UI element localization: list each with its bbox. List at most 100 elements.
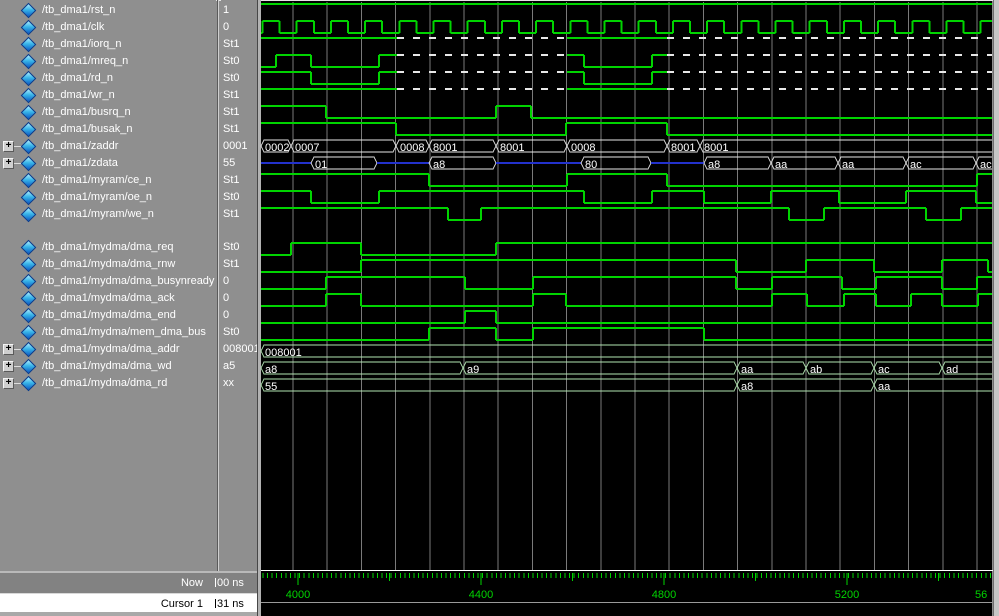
signal-name: /tb_dma1/zaddr [42, 138, 118, 155]
signal-diamond-icon [21, 37, 37, 53]
signal-value-zaddr: 0001 [223, 138, 257, 155]
name-value-divider-highlight [218, 0, 219, 612]
signal-row-rst_n[interactable]: /tb_dma1/rst_n [0, 2, 216, 19]
signal-value-iorq_n: St1 [223, 36, 257, 53]
signal-value-busak_n: St1 [223, 121, 257, 138]
signal-value-mreq_n: St0 [223, 53, 257, 70]
signal-row-dma_ack[interactable]: /tb_dma1/mydma/dma_ack [0, 290, 216, 307]
signal-diamond-icon [21, 156, 37, 172]
signal-diamond-icon [21, 342, 37, 358]
signal-name: /tb_dma1/mydma/dma_busynready [42, 273, 214, 290]
signal-diamond-icon [21, 240, 37, 256]
signal-name: /tb_dma1/mydma/dma_addr [42, 341, 180, 358]
signal-row-we_n[interactable]: /tb_dma1/myram/we_n [0, 206, 216, 223]
signal-value-dma_wd: a5 [223, 358, 257, 375]
now-bar: Now 00 ns [0, 571, 257, 593]
signal-name: /tb_dma1/myram/oe_n [42, 189, 152, 206]
signal-name: /tb_dma1/busak_n [42, 121, 133, 138]
signal-diamond-icon [21, 139, 37, 155]
signal-diamond-icon [21, 325, 37, 341]
signal-value-panel: 10St1St0St0St1St1St1000155St1St0St1St0St… [221, 0, 257, 571]
bottom-strip [0, 612, 257, 616]
signal-name: /tb_dma1/clk [42, 19, 104, 36]
signal-value-clk: 0 [223, 19, 257, 36]
signal-value-zdata: 55 [223, 155, 257, 172]
signal-row-rd_n[interactable]: /tb_dma1/rd_n [0, 70, 216, 87]
signal-diamond-icon [21, 291, 37, 307]
value-wave-divider-highlight [258, 0, 261, 616]
signal-name: /tb_dma1/zdata [42, 155, 118, 172]
signal-name-panel: /tb_dma1/rst_n/tb_dma1/clk/tb_dma1/iorq_… [0, 0, 216, 571]
signal-name: /tb_dma1/myram/we_n [42, 206, 154, 223]
expand-icon[interactable]: + [3, 141, 14, 152]
signal-value-rst_n: 1 [223, 2, 257, 19]
signal-value-dma_req: St0 [223, 239, 257, 256]
signal-diamond-icon [21, 54, 37, 70]
signal-diamond-icon [21, 257, 37, 273]
signal-row-wr_n[interactable]: /tb_dma1/wr_n [0, 87, 216, 104]
signal-row-busak_n[interactable]: /tb_dma1/busak_n [0, 121, 216, 138]
signal-row-dma_addr[interactable]: + /tb_dma1/mydma/dma_addr [0, 341, 216, 358]
signal-value-dma_ack: 0 [223, 290, 257, 307]
signal-row-dma_rd[interactable]: + /tb_dma1/mydma/dma_rd [0, 375, 216, 392]
signal-value-dma_addr: 008001 [223, 341, 257, 358]
signal-name: /tb_dma1/mydma/dma_ack [42, 290, 175, 307]
signal-row-mem_dma_bus[interactable]: /tb_dma1/mydma/mem_dma_bus [0, 324, 216, 341]
signal-name: /tb_dma1/iorq_n [42, 36, 122, 53]
signal-name: /tb_dma1/mydma/dma_rd [42, 375, 167, 392]
signal-diamond-icon [21, 105, 37, 121]
signal-row-dma_req[interactable]: /tb_dma1/mydma/dma_req [0, 239, 216, 256]
waveform-area[interactable] [261, 1, 992, 570]
expand-icon[interactable]: + [3, 158, 14, 169]
signal-row-dma_rnw[interactable]: /tb_dma1/mydma/dma_rnw [0, 256, 216, 273]
signal-diamond-icon [21, 190, 37, 206]
signal-diamond-icon [21, 359, 37, 375]
signal-diamond-icon [21, 88, 37, 104]
signal-diamond-icon [21, 308, 37, 324]
signal-value-wr_n: St1 [223, 87, 257, 104]
signal-value-dma_end: 0 [223, 307, 257, 324]
signal-name: /tb_dma1/mydma/mem_dma_bus [42, 324, 206, 341]
signal-value-dma_rnw: St1 [223, 256, 257, 273]
vertical-scrollbar[interactable] [993, 0, 999, 616]
expand-icon[interactable]: + [3, 361, 14, 372]
signal-name: /tb_dma1/wr_n [42, 87, 115, 104]
signal-value-busrq_n: St1 [223, 104, 257, 121]
signal-row-ce_n[interactable]: /tb_dma1/myram/ce_n [0, 172, 216, 189]
signal-row-busrq_n[interactable]: /tb_dma1/busrq_n [0, 104, 216, 121]
signal-diamond-icon [21, 3, 37, 19]
signal-diamond-icon [21, 20, 37, 36]
signal-diamond-icon [21, 376, 37, 392]
cursor1-value: 31 ns [210, 598, 244, 610]
now-label: Now [0, 577, 210, 589]
signal-row-zdata[interactable]: + /tb_dma1/zdata [0, 155, 216, 172]
signal-name: /tb_dma1/busrq_n [42, 104, 131, 121]
signal-value-dma_rd: xx [223, 375, 257, 392]
signal-row-dma_busynready[interactable]: /tb_dma1/mydma/dma_busynready [0, 273, 216, 290]
signal-diamond-icon [21, 122, 37, 138]
expand-icon[interactable]: + [3, 344, 14, 355]
signal-row-iorq_n[interactable]: /tb_dma1/iorq_n [0, 36, 216, 53]
signal-name: /tb_dma1/myram/ce_n [42, 172, 151, 189]
signal-row-dma_end[interactable]: /tb_dma1/mydma/dma_end [0, 307, 216, 324]
signal-row-dma_wd[interactable]: +/tb_dma1/mydma/dma_wd [0, 358, 216, 375]
signal-name: /tb_dma1/mydma/dma_rnw [42, 256, 175, 273]
cursor1-bar[interactable]: Cursor 1 31 ns [0, 593, 257, 613]
signal-value-mem_dma_bus: St0 [223, 324, 257, 341]
timeline-ruler[interactable] [261, 571, 992, 602]
signal-value-oe_n: St0 [223, 189, 257, 206]
signal-diamond-icon [21, 71, 37, 87]
signal-row-mreq_n[interactable]: /tb_dma1/mreq_n [0, 53, 216, 70]
now-value: 00 ns [210, 577, 244, 589]
signal-name: /tb_dma1/rd_n [42, 70, 113, 87]
cursor-track[interactable] [261, 603, 992, 616]
cursor1-label: Cursor 1 [0, 598, 210, 610]
signal-row-clk[interactable]: /tb_dma1/clk [0, 19, 216, 36]
signal-row-zaddr[interactable]: + /tb_dma1/zaddr [0, 138, 216, 155]
signal-row-oe_n[interactable]: /tb_dma1/myram/oe_n [0, 189, 216, 206]
signal-name: /tb_dma1/mydma/dma_req [42, 239, 173, 256]
signal-value-rd_n: St0 [223, 70, 257, 87]
expand-icon[interactable]: + [3, 378, 14, 389]
signal-value-ce_n: St1 [223, 172, 257, 189]
signal-name: /tb_dma1/mreq_n [42, 53, 128, 70]
